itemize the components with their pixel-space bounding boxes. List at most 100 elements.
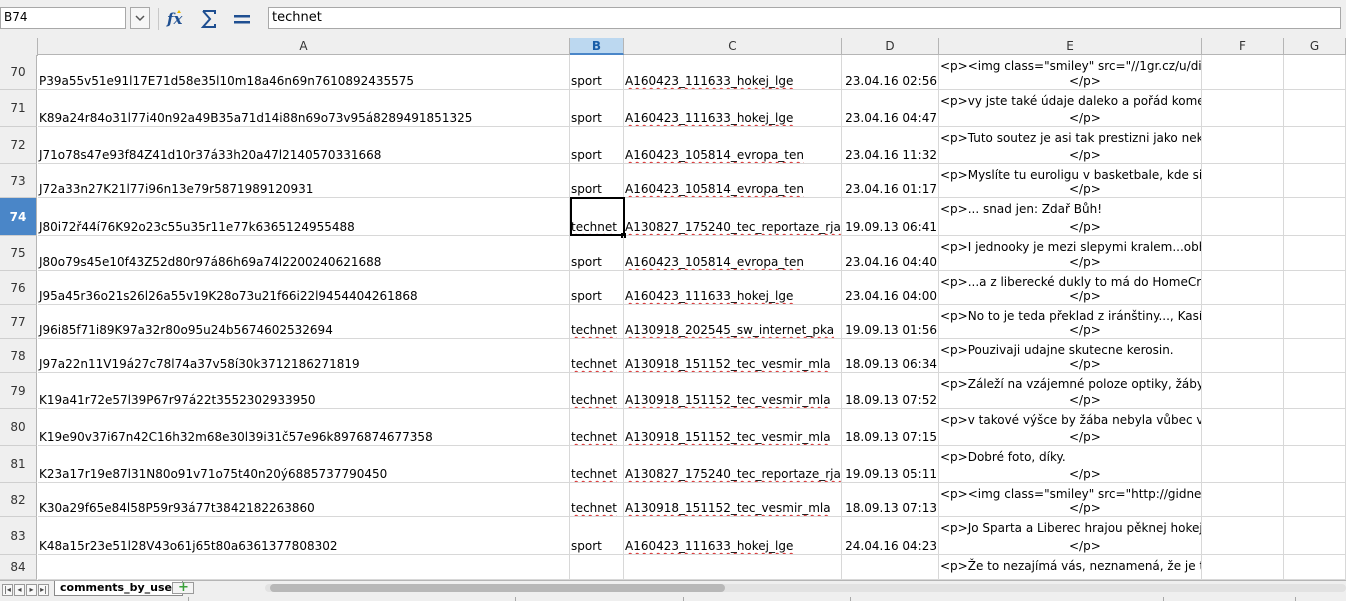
cell-b81[interactable]: technet [570,446,624,482]
row-header-78[interactable]: 78 [0,339,37,373]
row-header-80[interactable]: 80 [0,409,37,446]
select-all-corner[interactable] [0,38,38,56]
row-header-70[interactable]: 70 [0,55,37,90]
cell-g71[interactable] [1284,90,1346,126]
cell-a78[interactable]: J97a22n11V19á27c78l74a37v58í30k371218627… [38,339,570,372]
name-box-dropdown[interactable] [130,7,150,29]
cell-c72[interactable]: A160423_105814_evropa_ten [624,127,842,163]
cell-f79[interactable] [1202,373,1284,408]
first-sheet-button[interactable]: |◂ [2,584,13,596]
add-sheet-button[interactable]: + [172,580,194,595]
cell-e70[interactable]: <p><img class="smiley" src="//1gr.cz/u/d… [939,55,1202,89]
cell-b71[interactable]: sport [570,90,624,126]
cell-g74[interactable] [1284,198,1346,235]
cell-c81[interactable]: A130827_175240_tec_reportaze_rja [624,446,842,482]
cell-b76[interactable]: sport [570,271,624,304]
cell-d81[interactable]: 19.09.13 05:11 [842,446,939,482]
cell-g77[interactable] [1284,305,1346,338]
cell-f74[interactable] [1202,198,1284,235]
cell-e81[interactable]: <p>Dobré foto, díky. </p> [939,446,1202,482]
row-header-83[interactable]: 83 [0,517,37,555]
row-header-79[interactable]: 79 [0,373,37,409]
cell-b82[interactable]: technet [570,483,624,516]
sheet-tab-comments-by-user[interactable]: comments_by_user [54,581,184,596]
cell-g81[interactable] [1284,446,1346,482]
row-header-84[interactable]: 84 [0,555,37,580]
cell-e74[interactable]: <p>... snad jen: Zdař Bůh! </p> [939,198,1202,235]
formula-input[interactable]: technet [268,7,1341,29]
row-header-75[interactable]: 75 [0,236,37,271]
cell-a83[interactable]: K48a15r23e51l28V43o61j65t80a636137780830… [38,517,570,554]
column-header-c[interactable]: C [624,38,842,55]
cell-e75[interactable]: <p>I jednooky je mezi slepymi kralem...o… [939,236,1202,270]
cell-g79[interactable] [1284,373,1346,408]
cell-e84[interactable]: <p>Že to nezajímá vás, neznamená, že je … [939,555,1202,579]
cell-g70[interactable] [1284,55,1346,89]
row-header-77[interactable]: 77 [0,305,37,339]
cell-g83[interactable] [1284,517,1346,554]
cell-g84[interactable] [1284,555,1346,579]
cell-f70[interactable] [1202,55,1284,89]
cell-c79[interactable]: A130918_151152_tec_vesmir_mla [624,373,842,408]
row-header-71[interactable]: 71 [0,90,37,127]
cell-f73[interactable] [1202,164,1284,197]
horizontal-scrollbar[interactable] [265,584,1346,592]
cell-f71[interactable] [1202,90,1284,126]
cell-e80[interactable]: <p>v takové výšce by žába nebyla vůbec v… [939,409,1202,445]
cell-f80[interactable] [1202,409,1284,445]
cell-a76[interactable]: J95a45r36o21s26l26a55v19K28o73u21f66i22l… [38,271,570,304]
cell-a72[interactable]: J71o78s47e93f84Z41d10r37á33h20a47l214057… [38,127,570,163]
row-header-82[interactable]: 82 [0,483,37,517]
cell-b70[interactable]: sport [570,55,624,89]
cell-c71[interactable]: A160423_111633_hokej_lge [624,90,842,126]
row-header-73[interactable]: 73 [0,164,37,198]
cell-f84[interactable] [1202,555,1284,579]
cell-b74[interactable]: technet [570,198,624,235]
cell-b84[interactable] [570,555,624,579]
column-header-f[interactable]: F [1202,38,1284,55]
cell-d76[interactable]: 23.04.16 04:00 [842,271,939,304]
cell-d80[interactable]: 18.09.13 07:15 [842,409,939,445]
cell-f72[interactable] [1202,127,1284,163]
cell-a81[interactable]: K23a17r19e87l31N80o91v71o75t40n20ý688573… [38,446,570,482]
cell-d72[interactable]: 23.04.16 11:32 [842,127,939,163]
cell-d75[interactable]: 23.04.16 04:40 [842,236,939,270]
column-header-d[interactable]: D [842,38,939,55]
cell-f83[interactable] [1202,517,1284,554]
cell-c73[interactable]: A160423_105814_evropa_ten [624,164,842,197]
cell-b73[interactable]: sport [570,164,624,197]
cell-d74[interactable]: 19.09.13 06:41 [842,198,939,235]
cell-a80[interactable]: K19e90v37i67n42C16h32m68e30l39i31č57e96k… [38,409,570,445]
cell-e76[interactable]: <p>...a z liberecké dukly to má do HomeC… [939,271,1202,304]
equals-icon[interactable] [231,8,253,30]
cell-a73[interactable]: J72a33n27K21l77i96n13e79r5871989120931 [38,164,570,197]
cell-d70[interactable]: 23.04.16 02:56 [842,55,939,89]
cell-e73[interactable]: <p>Myslíte tu euroligu v basketbale, kde… [939,164,1202,197]
cell-b78[interactable]: technet [570,339,624,372]
cell-d71[interactable]: 23.04.16 04:47 [842,90,939,126]
cell-d73[interactable]: 23.04.16 01:17 [842,164,939,197]
cell-f82[interactable] [1202,483,1284,516]
next-sheet-button[interactable]: ▸ [26,584,37,596]
column-header-g[interactable]: G [1284,38,1346,55]
prev-sheet-button[interactable]: ◂ [14,584,25,596]
cell-c70[interactable]: A160423_111633_hokej_lge [624,55,842,89]
cell-g73[interactable] [1284,164,1346,197]
cell-c75[interactable]: A160423_105814_evropa_ten [624,236,842,270]
cell-g75[interactable] [1284,236,1346,270]
cell-d77[interactable]: 19.09.13 01:56 [842,305,939,338]
cell-d78[interactable]: 18.09.13 06:34 [842,339,939,372]
cell-c78[interactable]: A130918_151152_tec_vesmir_mla [624,339,842,372]
cell-g78[interactable] [1284,339,1346,372]
cell-f75[interactable] [1202,236,1284,270]
cell-c74[interactable]: A130827_175240_tec_reportaze_rja [624,198,842,235]
cell-e78[interactable]: <p>Pouzivaji udajne skutecne kerosin. </p… [939,339,1202,372]
cell-d82[interactable]: 18.09.13 07:13 [842,483,939,516]
cell-a75[interactable]: J80o79s45e10f43Z52d80r97á86h69a74l220024… [38,236,570,270]
cell-e83[interactable]: <p>Jo Sparta a Liberec hrajou pěknej hok… [939,517,1202,554]
cell-b77[interactable]: technet [570,305,624,338]
cell-c83[interactable]: A160423_111633_hokej_lge [624,517,842,554]
cell-d79[interactable]: 18.09.13 07:52 [842,373,939,408]
cell-a82[interactable]: K30a29f65e84l58P59r93á77t3842182263860 [38,483,570,516]
function-wizard-icon[interactable]: fx [165,8,187,30]
